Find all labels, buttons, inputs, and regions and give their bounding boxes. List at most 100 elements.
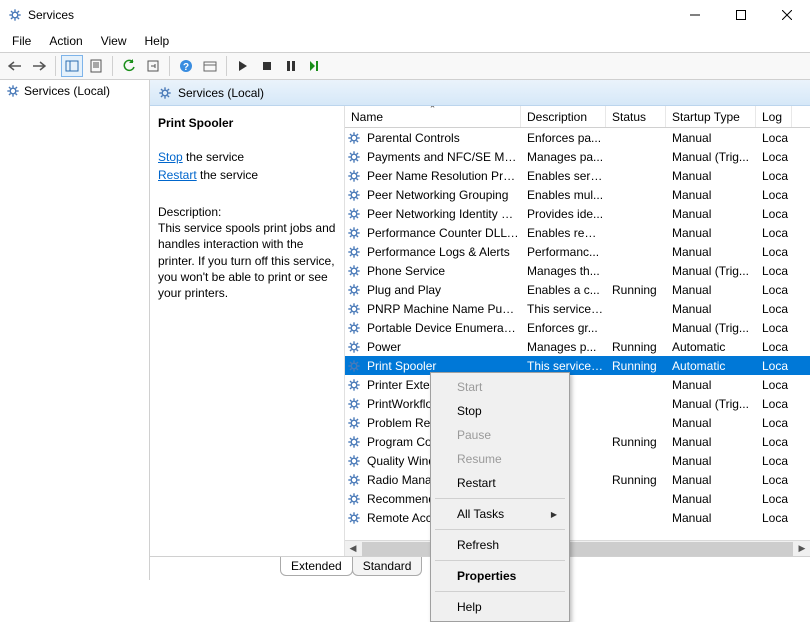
table-row[interactable]: Peer Networking GroupingEnables mul...Ma… <box>345 185 810 204</box>
cell-name: Performance Logs & Alerts <box>363 245 523 259</box>
gear-icon <box>347 359 361 373</box>
scroll-left-icon[interactable]: ◀ <box>345 541 361 557</box>
cell-desc: Enforces pa... <box>523 131 608 145</box>
table-row[interactable]: PowerManages p...RunningAutomaticLoca <box>345 337 810 356</box>
table-row[interactable]: Quality Wind/in...ManualLoca <box>345 451 810 470</box>
gear-icon <box>347 511 361 525</box>
cell-desc: Manages th... <box>523 264 608 278</box>
ctx-help[interactable]: Help <box>433 595 567 619</box>
cell-startup: Manual <box>668 188 758 202</box>
table-row[interactable]: Payments and NFC/SE Man...Manages pa...M… <box>345 147 810 166</box>
cell-name: Phone Service <box>363 264 523 278</box>
table-row[interactable]: Performance Counter DLL ...Enables rem..… <box>345 223 810 242</box>
back-button[interactable] <box>4 55 26 77</box>
cell-name: Portable Device Enumerator... <box>363 321 523 335</box>
refresh-button[interactable] <box>118 55 140 77</box>
menu-action[interactable]: Action <box>41 32 90 50</box>
table-row[interactable]: Performance Logs & AlertsPerformanc...Ma… <box>345 242 810 261</box>
cell-startup: Manual (Trig... <box>668 397 758 411</box>
table-row[interactable]: Radio Managna...RunningManualLoca <box>345 470 810 489</box>
show-hide-tree-button[interactable] <box>61 55 83 77</box>
menu-help[interactable]: Help <box>137 32 178 50</box>
ctx-stop[interactable]: Stop <box>433 399 567 423</box>
menu-view[interactable]: View <box>93 32 135 50</box>
toolbar-button-extra[interactable] <box>199 55 221 77</box>
cell-logon: Loca <box>758 321 794 335</box>
cell-startup: Manual (Trig... <box>668 150 758 164</box>
col-description[interactable]: Description <box>521 106 606 127</box>
table-row[interactable]: Portable Device Enumerator...Enforces gr… <box>345 318 810 337</box>
table-row[interactable]: Parental ControlsEnforces pa...ManualLoc… <box>345 128 810 147</box>
horizontal-scrollbar[interactable]: ◀ ▶ <box>345 540 810 556</box>
cell-name: Payments and NFC/SE Man... <box>363 150 523 164</box>
properties-button[interactable] <box>85 55 107 77</box>
scroll-thumb[interactable] <box>362 542 793 556</box>
ctx-properties[interactable]: Properties <box>433 564 567 588</box>
cell-logon: Loca <box>758 416 794 430</box>
gear-icon <box>347 264 361 278</box>
col-name[interactable]: Name <box>345 106 521 127</box>
tab-extended[interactable]: Extended <box>280 557 353 576</box>
restart-service-button[interactable] <box>304 55 326 77</box>
selected-service-name: Print Spooler <box>158 116 336 130</box>
table-row[interactable]: Peer Networking Identity M...Provides id… <box>345 204 810 223</box>
table-row[interactable]: PrintWorkfloce ...Manual (Trig...Loca <box>345 394 810 413</box>
table-row[interactable]: Problem Repce ...ManualLoca <box>345 413 810 432</box>
table-row[interactable]: Remote Accco...ManualLoca <box>345 508 810 527</box>
table-row[interactable]: Printer Extence ...ManualLoca <box>345 375 810 394</box>
tree-root-item[interactable]: Services (Local) <box>2 82 147 100</box>
cell-desc: This service ... <box>523 302 608 316</box>
table-row[interactable]: Plug and PlayEnables a c...RunningManual… <box>345 280 810 299</box>
col-logon[interactable]: Log <box>756 106 792 127</box>
service-list[interactable]: Parental ControlsEnforces pa...ManualLoc… <box>345 128 810 540</box>
forward-button[interactable] <box>28 55 50 77</box>
table-row[interactable]: Phone ServiceManages th... Manual (Trig..… <box>345 261 810 280</box>
close-button[interactable] <box>764 0 810 30</box>
maximize-button[interactable] <box>718 0 764 30</box>
gear-icon <box>347 150 361 164</box>
ctx-all-tasks[interactable]: All Tasks <box>433 502 567 526</box>
scroll-right-icon[interactable]: ▶ <box>794 541 810 557</box>
cell-logon: Loca <box>758 245 794 259</box>
help-button[interactable]: ? <box>175 55 197 77</box>
cell-logon: Loca <box>758 435 794 449</box>
gear-icon <box>347 397 361 411</box>
detail-panel: Print Spooler Stop the service Restart t… <box>150 106 345 556</box>
table-row[interactable]: PNRP Machine Name Publi...This service .… <box>345 299 810 318</box>
ctx-refresh[interactable]: Refresh <box>433 533 567 557</box>
table-row[interactable]: Program Coce ...RunningManualLoca <box>345 432 810 451</box>
pause-service-button[interactable] <box>280 55 302 77</box>
cell-desc: Enables mul... <box>523 188 608 202</box>
cell-startup: Manual (Trig... <box>668 264 758 278</box>
cell-logon: Loca <box>758 397 794 411</box>
menu-file[interactable]: File <box>4 32 39 50</box>
stop-service-button[interactable] <box>256 55 278 77</box>
minimize-button[interactable] <box>672 0 718 30</box>
col-status[interactable]: Status <box>606 106 666 127</box>
cell-logon: Loca <box>758 378 794 392</box>
cell-logon: Loca <box>758 207 794 221</box>
gear-icon <box>347 188 361 202</box>
cell-name: Print Spooler <box>363 359 523 373</box>
gear-icon <box>347 321 361 335</box>
table-row[interactable]: Print SpoolerThis service ...RunningAuto… <box>345 356 810 375</box>
gear-icon <box>347 169 361 183</box>
start-service-button[interactable] <box>232 55 254 77</box>
ctx-restart[interactable]: Restart <box>433 471 567 495</box>
gear-icon <box>347 283 361 297</box>
menubar: File Action View Help <box>0 30 810 52</box>
col-startup[interactable]: Startup Type <box>666 106 756 127</box>
cell-startup: Manual <box>668 169 758 183</box>
cell-logon: Loca <box>758 454 794 468</box>
gear-icon <box>347 416 361 430</box>
table-row[interactable]: Peer Name Resolution Prot...Enables serv… <box>345 166 810 185</box>
tab-standard[interactable]: Standard <box>352 557 423 576</box>
cell-name: Parental Controls <box>363 131 523 145</box>
cell-desc: Enables serv... <box>523 169 608 183</box>
description-label: Description: <box>158 204 336 220</box>
restart-link[interactable]: Restart <box>158 168 197 182</box>
table-row[interactable]: Recommendco...ManualLoca <box>345 489 810 508</box>
export-button[interactable] <box>142 55 164 77</box>
stop-link[interactable]: Stop <box>158 150 183 164</box>
cell-startup: Automatic <box>668 340 758 354</box>
